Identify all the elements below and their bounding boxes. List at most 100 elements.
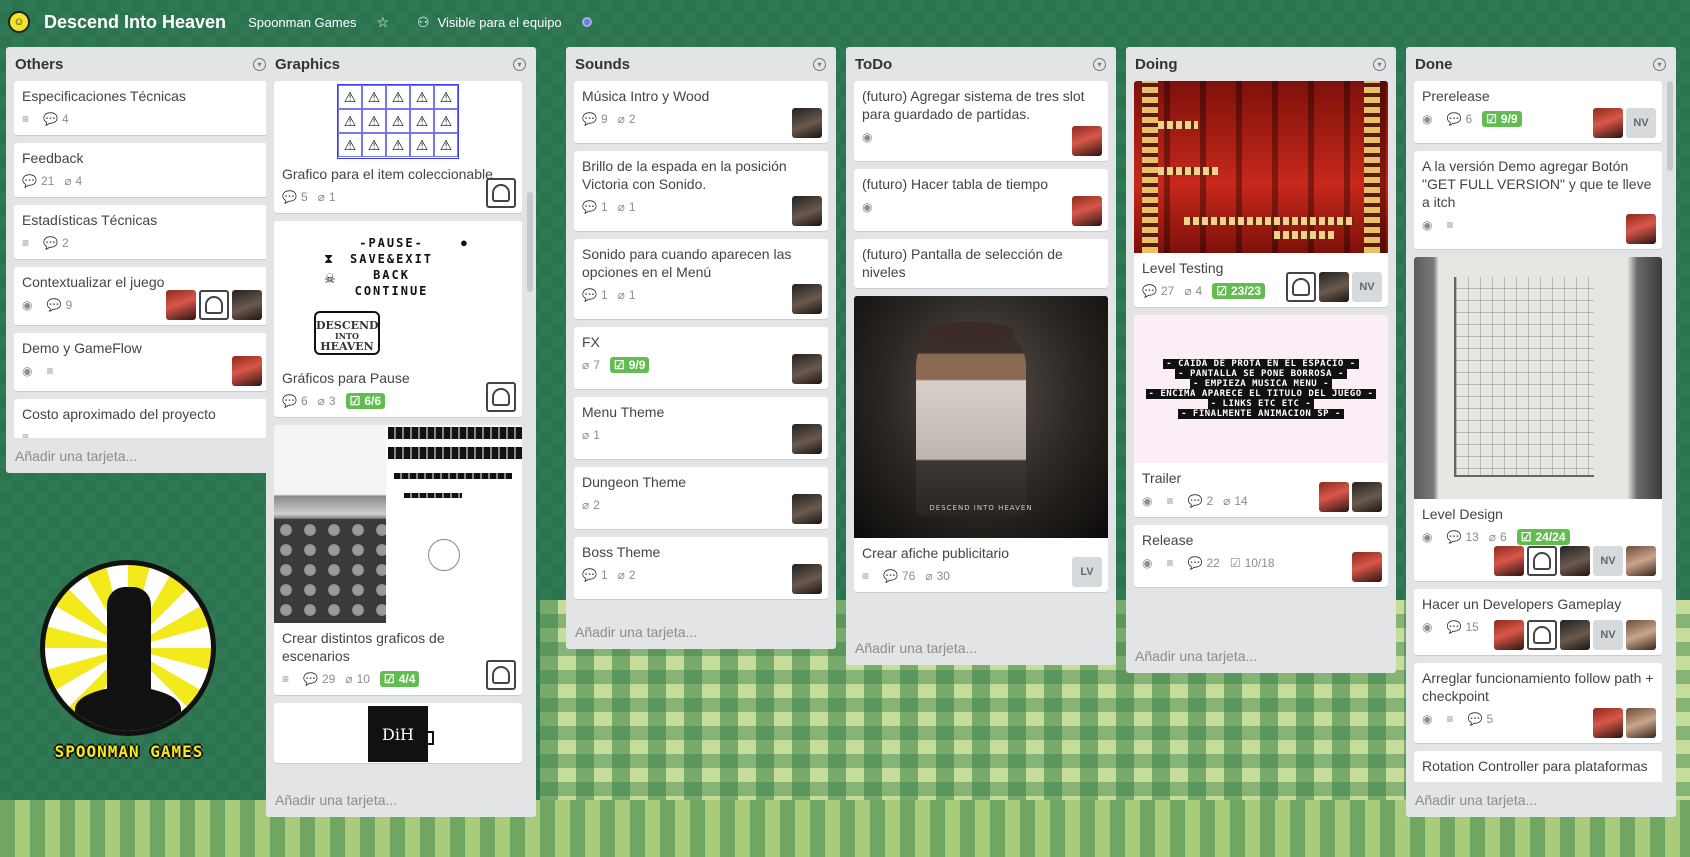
card-members bbox=[789, 424, 822, 454]
team-button[interactable]: Spoonman Games bbox=[248, 15, 356, 30]
card[interactable]: Dungeon Theme ⌀ 2 bbox=[574, 467, 828, 529]
member-avatar[interactable] bbox=[486, 660, 516, 690]
member-avatar[interactable] bbox=[1560, 546, 1590, 576]
card[interactable]: ⚠ ⚠ ⚠ ⚠ ⚠ ⚠ ⚠ ⚠ ⚠ ⚠ ⚠ ⚠ ⚠ ⚠ ⚠ Grafico para el item c… bbox=[274, 81, 522, 213]
member-avatar[interactable] bbox=[792, 424, 822, 454]
card[interactable]: Sonido para cuando aparecen las opciones… bbox=[574, 239, 828, 319]
member-avatar[interactable]: NV bbox=[1593, 546, 1623, 576]
member-avatar[interactable] bbox=[1286, 272, 1316, 302]
member-avatar[interactable] bbox=[1319, 272, 1349, 302]
list-menu-icon[interactable]: ▾ bbox=[253, 57, 266, 71]
member-avatar[interactable] bbox=[232, 290, 262, 320]
card[interactable]: Demo y GameFlow ◉ ≡ bbox=[14, 333, 268, 391]
member-avatar[interactable] bbox=[1626, 708, 1656, 738]
member-avatar[interactable] bbox=[1626, 620, 1656, 650]
member-avatar[interactable] bbox=[486, 382, 516, 412]
member-avatar[interactable] bbox=[1560, 620, 1590, 650]
member-avatar[interactable] bbox=[1626, 214, 1656, 244]
list-menu-icon[interactable]: ▾ bbox=[1093, 57, 1106, 71]
card[interactable]: Prerelease ◉ 💬 6 ☑ 9/9 NV bbox=[1414, 81, 1662, 143]
list-menu-icon[interactable]: ▾ bbox=[1653, 57, 1666, 71]
list-title[interactable]: Sounds bbox=[575, 56, 630, 73]
member-avatar[interactable] bbox=[1072, 196, 1102, 226]
member-avatar[interactable] bbox=[792, 354, 822, 384]
star-button[interactable]: ☆ bbox=[376, 14, 397, 31]
list-todo: ToDo ▾ (futuro) Agregar sistema de tres … bbox=[846, 47, 1116, 665]
power-up-icon[interactable] bbox=[581, 17, 592, 27]
card[interactable]: Música Intro y Wood 💬 9 ⌀ 2 bbox=[574, 81, 828, 143]
card[interactable]: Arreglar funcionamiento follow path + ch… bbox=[1414, 663, 1662, 743]
pause-menu-text: -PAUSE- SAVE&EXIT BACK CONTINUE bbox=[350, 235, 433, 299]
member-avatar[interactable] bbox=[1352, 482, 1382, 512]
card[interactable]: (futuro) Hacer tabla de tiempo ◉ bbox=[854, 169, 1108, 231]
card[interactable]: Feedback 💬 21 ⌀ 4 bbox=[14, 143, 268, 197]
member-avatar[interactable] bbox=[1626, 546, 1656, 576]
member-avatar[interactable] bbox=[1527, 620, 1557, 650]
list-menu-icon[interactable]: ▾ bbox=[813, 57, 826, 71]
card[interactable]: Especificaciones Técnicas ≡ 💬 4 bbox=[14, 81, 268, 135]
member-avatar[interactable] bbox=[1494, 546, 1524, 576]
member-avatar[interactable]: NV bbox=[1626, 108, 1656, 138]
card[interactable]: Brillo de la espada en la posición Victo… bbox=[574, 151, 828, 231]
board-title[interactable]: Descend Into Heaven bbox=[44, 12, 226, 33]
add-card-button[interactable]: Añadir una tarjeta... bbox=[1126, 638, 1396, 673]
card[interactable]: Boss Theme 💬 1 ⌀ 2 bbox=[574, 537, 828, 599]
card[interactable]: DiH bbox=[274, 703, 522, 763]
member-avatar[interactable] bbox=[199, 290, 229, 320]
add-card-button[interactable]: Añadir una tarjeta... bbox=[846, 630, 1116, 665]
card[interactable]: Level Testing 💬 27 ⌀ 4 ☑ 23/23 NV bbox=[1134, 81, 1388, 307]
member-avatar[interactable] bbox=[1352, 552, 1382, 582]
card[interactable]: Hacer un Developers Gameplay ◉ 💬 15 NV bbox=[1414, 589, 1662, 655]
member-avatar[interactable] bbox=[792, 494, 822, 524]
card[interactable]: Release ◉ ≡ 💬 22 ☑ 10/18 bbox=[1134, 525, 1388, 587]
member-avatar[interactable]: NV bbox=[1352, 272, 1382, 302]
list-scrollbar[interactable] bbox=[1667, 81, 1673, 171]
card[interactable]: Rotation Controller para plataformas bbox=[1414, 751, 1662, 782]
list-title[interactable]: ToDo bbox=[855, 56, 892, 73]
card[interactable]: (futuro) Pantalla de selección de nivele… bbox=[854, 239, 1108, 288]
card[interactable]: ⧗ ☠ ● -PAUSE- SAVE&EXIT BACK CONTINUE DE… bbox=[274, 221, 522, 417]
list-title[interactable]: Doing bbox=[1135, 56, 1178, 73]
card[interactable]: Costo aproximado del proyecto ≡ bbox=[14, 399, 268, 438]
card[interactable]: FX ⌀ 7 ☑ 9/9 bbox=[574, 327, 828, 389]
list-menu-icon[interactable]: ▾ bbox=[1373, 57, 1386, 71]
list-menu-icon[interactable]: ▾ bbox=[513, 57, 526, 71]
member-avatar[interactable] bbox=[1494, 620, 1524, 650]
list-title[interactable]: Graphics bbox=[275, 56, 340, 73]
add-card-button[interactable]: Añadir una tarjeta... bbox=[1406, 782, 1676, 817]
card-cover-image: ⚠ ⚠ ⚠ ⚠ ⚠ ⚠ ⚠ ⚠ ⚠ ⚠ ⚠ ⚠ ⚠ ⚠ ⚠ bbox=[274, 81, 522, 159]
member-avatar[interactable] bbox=[486, 178, 516, 208]
card[interactable]: (futuro) Agregar sistema de tres slot pa… bbox=[854, 81, 1108, 161]
member-avatar[interactable] bbox=[1527, 546, 1557, 576]
card[interactable]: Contextualizar el juego ◉ 💬 9 bbox=[14, 267, 268, 325]
visibility-button[interactable]: ⚇ Visible para el equipo bbox=[417, 14, 562, 31]
member-avatar[interactable] bbox=[232, 356, 262, 386]
card[interactable]: Menu Theme ⌀ 1 bbox=[574, 397, 828, 459]
member-avatar[interactable]: NV bbox=[1593, 620, 1623, 650]
list-title[interactable]: Others bbox=[15, 56, 63, 73]
member-avatar[interactable]: LV bbox=[1072, 557, 1102, 587]
member-avatar[interactable] bbox=[1072, 126, 1102, 156]
member-avatar[interactable] bbox=[1593, 108, 1623, 138]
card[interactable]: Crear distintos graficos de escenarios ≡… bbox=[274, 425, 522, 695]
member-avatar[interactable] bbox=[792, 196, 822, 226]
member-avatar[interactable] bbox=[792, 108, 822, 138]
card-title: FX bbox=[582, 334, 600, 350]
card[interactable]: DESCEND INTO HEAVEN Crear afiche publici… bbox=[854, 296, 1108, 592]
comment-icon: 💬 bbox=[43, 236, 58, 250]
card[interactable]: Estadísticas Técnicas ≡ 💬 2 bbox=[14, 205, 268, 259]
member-avatar[interactable] bbox=[792, 564, 822, 594]
add-card-button[interactable]: Añadir una tarjeta... bbox=[266, 782, 536, 817]
member-avatar[interactable] bbox=[166, 290, 196, 320]
member-avatar[interactable] bbox=[1593, 708, 1623, 738]
member-avatar[interactable] bbox=[1319, 482, 1349, 512]
card[interactable]: - CAIDA DE PROTA EN EL ESPACIO - - PANTA… bbox=[1134, 315, 1388, 517]
member-avatar[interactable] bbox=[792, 284, 822, 314]
comment-icon: 💬 bbox=[1187, 556, 1203, 570]
list-scrollbar[interactable] bbox=[527, 192, 533, 292]
card[interactable]: Level Design ◉ 💬 13 ⌀ 6 ☑ 24/24 NV bbox=[1414, 257, 1662, 581]
add-card-button[interactable]: Añadir una tarjeta... bbox=[6, 438, 276, 473]
list-title[interactable]: Done bbox=[1415, 56, 1453, 73]
card[interactable]: A la versión Demo agregar Botón "GET FUL… bbox=[1414, 151, 1662, 249]
add-card-button[interactable]: Añadir una tarjeta... bbox=[566, 614, 836, 649]
